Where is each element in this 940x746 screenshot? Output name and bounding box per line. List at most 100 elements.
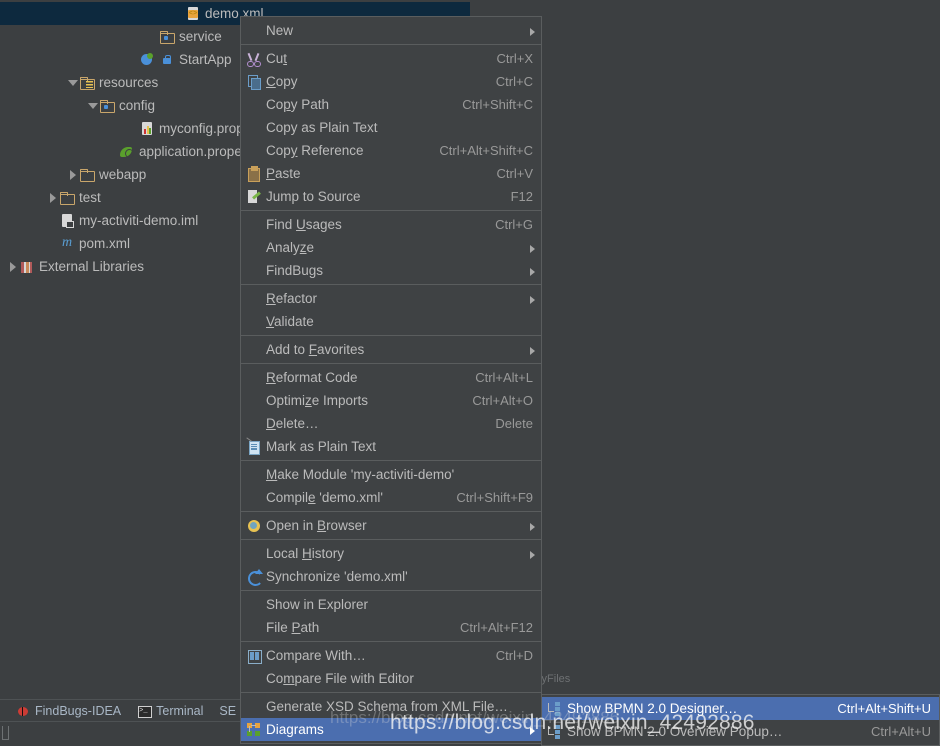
menu-item-shortcut: Ctrl+Alt+F12 [460,620,533,635]
menu-item-synchronize-demo-xml[interactable]: Synchronize 'demo.xml' [241,565,541,588]
menu-item-label: Jump to Source [266,189,361,204]
submenu-item-label: Show BPMN 2.0 Overview Popup… [567,724,783,739]
tree-twisty-placeholder [146,30,159,43]
mark-as-plain-text-icon [246,439,263,455]
menu-item-shortcut: Ctrl+X [496,51,533,66]
status-bar-item-label: FindBugs-IDEA [35,704,122,718]
menu-item-label: Compile 'demo.xml' [266,490,383,505]
resources-folder-icon [79,75,95,91]
menu-item-compare-file-with-editor[interactable]: Compare File with Editor [241,667,541,690]
submenu-arrow-icon [530,523,535,531]
menu-item-cut[interactable]: Cut Ctrl+X [241,47,541,70]
menu-item-new[interactable]: New [241,19,541,42]
tree-item-label: test [79,190,101,205]
menu-item-label: Copy [266,74,298,89]
folder-icon [79,167,95,183]
menu-item-copy[interactable]: Copy Ctrl+C [241,70,541,93]
copy-icon [246,74,263,90]
menu-item-label: Show in Explorer [266,597,369,612]
menu-item-copy-as-plain-text[interactable]: Copy as Plain Text [241,116,541,139]
menu-separator [241,335,541,336]
menu-item-label: Compare With… [266,648,366,663]
menu-item-label: New [266,23,294,38]
tree-twisty-placeholder [126,53,139,66]
menu-item-open-in-browser[interactable]: Open in Browser [241,514,541,537]
tree-twisty-right[interactable] [66,168,79,181]
status-bar-item-findbugs-idea[interactable]: FindBugs-IDEA [16,704,121,718]
menu-item-label: File Path [266,620,320,635]
menu-item-delete[interactable]: Delete… Delete [241,412,541,435]
menu-item-file-path[interactable]: File Path Ctrl+Alt+F12 [241,616,541,639]
diagrams-submenu[interactable]: Show BPMN 2.0 Designer… Ctrl+Alt+Shift+U S… [541,694,940,746]
menu-item-label: Cut [266,51,288,66]
submenu-item-show-bpmn-2-0-overview-popup[interactable]: Show BPMN 2.0 Overview Popup… Ctrl+Alt+U [542,720,939,743]
folder-icon [59,190,75,206]
file-context-menu[interactable]: New Cut Ctrl+X Copy Ctrl+C Copy Path Ctrl+Shif… [240,16,542,744]
menu-item-add-to-favorites[interactable]: Add to Favorites [241,338,541,361]
menu-separator [241,539,541,540]
menu-item-shortcut: Ctrl+D [495,648,533,663]
menu-item-refactor[interactable]: Refactor [241,287,541,310]
menu-item-mark-as-plain-text[interactable]: Mark as Plain Text [241,435,541,458]
menu-item-show-in-explorer[interactable]: Show in Explorer [241,593,541,616]
menu-item-label: Refactor [266,291,318,306]
menu-item-shortcut: Ctrl+Alt+Shift+C [439,143,533,158]
menu-separator [241,511,541,512]
menu-item-paste[interactable]: Paste Ctrl+V [241,162,541,185]
java-class-icon [139,52,155,68]
properties-file-icon [139,121,155,137]
tree-twisty-right[interactable] [6,260,19,273]
status-bar-item-se[interactable]: SE [219,704,236,718]
tree-item-label: resources [99,75,159,90]
menu-item-shortcut: Ctrl+Alt+O [472,393,533,408]
menu-item-compile-demo-xml[interactable]: Compile 'demo.xml' Ctrl+Shift+F9 [241,486,541,509]
caret-indicator [2,726,9,740]
status-bar-item-terminal[interactable]: Terminal [137,704,203,718]
submenu-arrow-icon [530,551,535,559]
tree-twisty-down[interactable] [86,99,99,112]
menu-item-label: Synchronize 'demo.xml' [266,569,408,584]
menu-item-diagrams[interactable]: Diagrams [241,718,541,741]
menu-item-shortcut: Ctrl+Shift+C [462,97,533,112]
menu-item-label: Generate XSD Schema from XML File… [266,699,508,714]
bpmn-overview-icon [547,724,564,740]
menu-item-label: Open in Browser [266,518,367,533]
tree-twisty-placeholder [46,237,59,250]
menu-item-optimize-imports[interactable]: Optimize Imports Ctrl+Alt+O [241,389,541,412]
submenu-item-show-bpmn-2-0-designer[interactable]: Show BPMN 2.0 Designer… Ctrl+Alt+Shift+U [542,697,939,720]
menu-item-analyze[interactable]: Analyze [241,236,541,259]
submenu-arrow-icon [530,268,535,276]
tree-twisty-right[interactable] [46,191,59,204]
menu-item-label: Find Usages [266,217,342,232]
tree-twisty-placeholder [46,214,59,227]
menu-item-shortcut: Ctrl+Shift+F9 [456,490,533,505]
tree-item-label: pom.xml [79,236,131,251]
tree-item-label: External Libraries [39,259,145,274]
tree-item-label: service [179,29,222,44]
menu-item-reformat-code[interactable]: Reformat Code Ctrl+Alt+L [241,366,541,389]
submenu-item-label: Show BPMN 2.0 Designer… [567,701,738,716]
submenu-arrow-icon [530,28,535,36]
browser-globe-icon [246,518,263,534]
menu-item-label: Delete… [266,416,319,431]
tree-twisty-down[interactable] [66,76,79,89]
menu-item-jump-to-source[interactable]: Jump to Source F12 [241,185,541,208]
menu-item-shortcut: Ctrl+V [496,166,533,181]
menu-item-shortcut: Ctrl+G [495,217,533,232]
menu-item-copy-reference[interactable]: Copy Reference Ctrl+Alt+Shift+C [241,139,541,162]
menu-separator [241,44,541,45]
menu-item-copy-path[interactable]: Copy Path Ctrl+Shift+C [241,93,541,116]
ide-window: demo.xmlserviceStartAppresourcesconfigmy… [0,0,940,746]
menu-item-generate-xsd-schema-from-xml-file[interactable]: Generate XSD Schema from XML File… [241,695,541,718]
maven-file-icon [59,235,75,252]
menu-item-local-history[interactable]: Local History [241,542,541,565]
menu-item-compare-with[interactable]: Compare With… Ctrl+D [241,644,541,667]
submenu-arrow-icon [530,347,535,355]
menu-item-validate[interactable]: Validate [241,310,541,333]
menu-item-find-usages[interactable]: Find Usages Ctrl+G [241,213,541,236]
lock-icon [159,52,175,68]
menu-item-findbugs[interactable]: FindBugs [241,259,541,282]
menu-item-make-module-my-activiti-demo[interactable]: Make Module 'my-activiti-demo' [241,463,541,486]
terminal-icon [137,704,153,718]
xml-file-icon [185,6,201,22]
